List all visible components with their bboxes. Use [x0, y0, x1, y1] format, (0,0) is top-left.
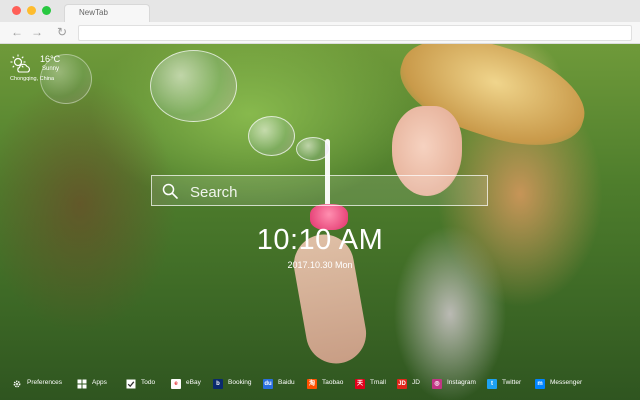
bookmark-label: Instagram	[447, 379, 476, 386]
heart-bubble	[248, 116, 295, 156]
bookmark-label: JD	[412, 379, 420, 386]
bookmark-label: Twitter	[502, 379, 522, 386]
instagram-icon: ◎	[432, 379, 442, 389]
weather-temperature: 16°C	[40, 54, 61, 64]
ebay-icon: e	[171, 379, 181, 389]
tmall-icon: 天	[355, 379, 365, 389]
minimize-window-button[interactable]	[27, 6, 36, 15]
search-input[interactable]	[188, 180, 482, 204]
apps-label: Apps	[92, 379, 107, 386]
forward-arrow-icon[interactable]: →	[30, 26, 44, 38]
bookmark-label: Tmall	[370, 379, 386, 386]
browser-toolbar: ← → ↻	[0, 22, 640, 44]
tab-newtab[interactable]: NewTab	[64, 4, 150, 22]
search-icon[interactable]	[162, 183, 178, 199]
bookmark-label: eBay	[186, 379, 201, 386]
clock-time: 10:10 AM	[256, 224, 384, 256]
background-photo	[0, 44, 640, 400]
bottom-bar: Preferences Apps Todo e eBay b Booking d…	[0, 374, 640, 394]
bookmark-label: Baidu	[278, 379, 295, 386]
bookmark-label: Booking	[228, 379, 252, 386]
weather-condition: Sunny	[42, 66, 60, 72]
clock-date: 2017.10.30 Mon	[287, 260, 353, 270]
todo-label: Todo	[141, 379, 156, 386]
weather-widget[interactable]: 16°C Sunny Chongqing, China	[10, 52, 80, 84]
back-arrow-icon[interactable]: ←	[10, 26, 24, 38]
tab-title: NewTab	[79, 8, 108, 17]
search-box[interactable]	[151, 175, 488, 206]
address-bar[interactable]	[78, 25, 632, 41]
twitter-icon: t	[487, 379, 497, 389]
checkbox-icon	[126, 379, 136, 389]
reload-icon[interactable]: ↻	[55, 26, 69, 38]
weather-location: Chongqing, China	[10, 76, 55, 82]
close-window-button[interactable]	[12, 6, 21, 15]
bookmark-label: Messenger	[550, 379, 583, 386]
messenger-icon: m	[535, 379, 545, 389]
gear-icon	[13, 380, 21, 388]
jd-icon: JD	[397, 379, 407, 389]
browser-chrome: NewTab ← → ↻	[0, 0, 640, 44]
sun-cloud-icon	[10, 54, 30, 73]
preferences-label: Preferences	[27, 379, 63, 386]
taobao-icon: 淘	[307, 379, 317, 389]
maximize-window-button[interactable]	[42, 6, 51, 15]
heart-bubble	[150, 50, 237, 122]
booking-icon: b	[213, 379, 223, 389]
bookmark-label: Taobao	[322, 379, 344, 386]
heart-bubble	[296, 137, 330, 161]
title-bar: NewTab	[0, 0, 640, 22]
grid-icon	[77, 379, 87, 389]
baidu-icon: du	[263, 379, 273, 389]
